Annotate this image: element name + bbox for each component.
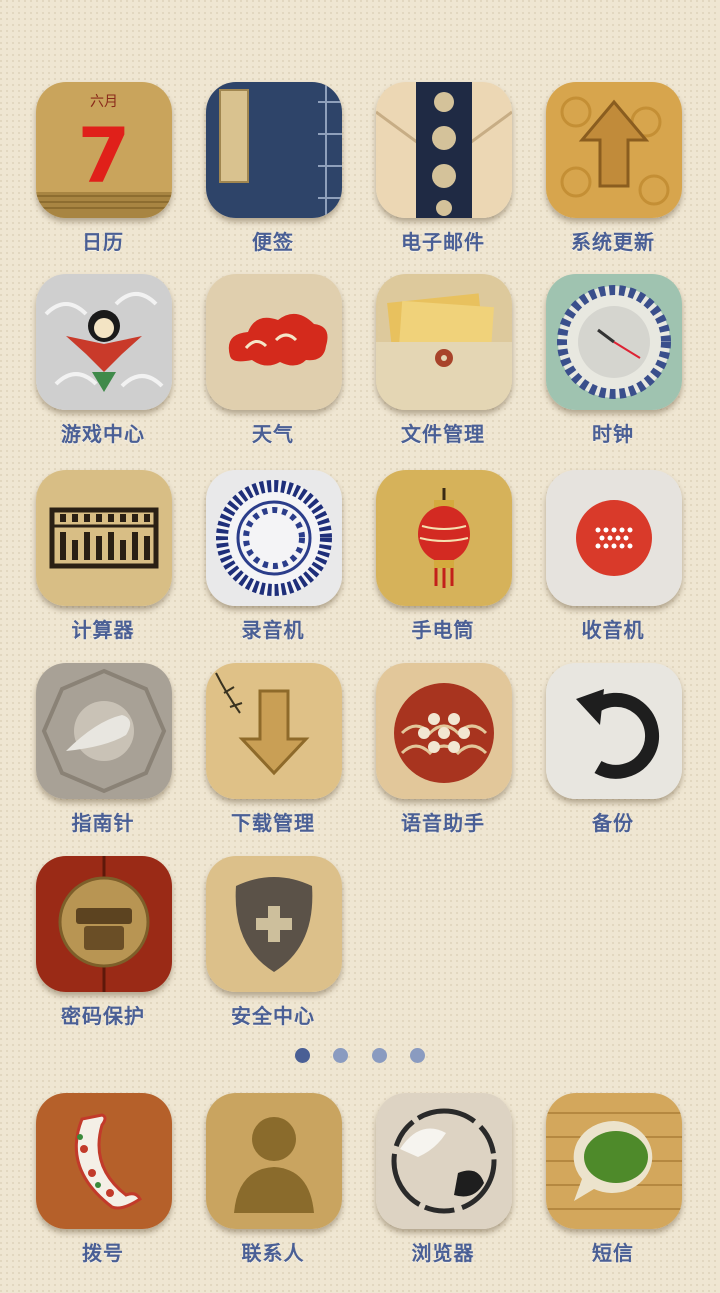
phone-icon <box>36 1093 172 1229</box>
shield-icon <box>206 856 342 992</box>
app-game-center[interactable]: 游戏中心 <box>18 274 188 474</box>
app-label: 安全中心 <box>231 1004 315 1028</box>
dock-browser[interactable]: 浏览器 <box>358 1093 528 1293</box>
page-dot[interactable] <box>333 1048 349 1063</box>
porcelain-plate-icon <box>206 470 342 606</box>
app-label: 下载管理 <box>231 811 315 835</box>
ink-circle-icon <box>376 1093 512 1229</box>
app-label: 拨号 <box>82 1241 124 1265</box>
app-label: 系统更新 <box>571 230 655 254</box>
radio-speaker-icon <box>546 470 682 606</box>
envelope-icon <box>376 82 512 218</box>
app-label: 语音助手 <box>401 811 485 835</box>
app-email[interactable]: 电子邮件 <box>358 82 528 282</box>
app-compass[interactable]: 指南针 <box>18 663 188 863</box>
calendar-icon: 六月 7 <box>36 82 172 218</box>
app-label: 时钟 <box>592 422 634 446</box>
dock-contacts[interactable]: 联系人 <box>188 1093 358 1293</box>
app-label: 手电筒 <box>411 618 475 642</box>
folder-icon <box>376 274 512 410</box>
app-notes[interactable]: 便签 <box>188 82 358 282</box>
abacus-icon <box>36 470 172 606</box>
app-label: 游戏中心 <box>61 422 145 446</box>
app-calendar[interactable]: 六月 7 日历 <box>18 82 188 282</box>
microphone-pattern-icon <box>376 663 512 799</box>
app-security-center[interactable]: 安全中心 <box>188 856 358 1056</box>
rotate-arrow-icon <box>546 663 682 799</box>
app-label: 备份 <box>592 811 634 835</box>
app-label: 计算器 <box>71 618 135 642</box>
contact-silhouette-icon <box>206 1093 342 1229</box>
app-calculator[interactable]: 计算器 <box>18 470 188 670</box>
svg-text:六月: 六月 <box>90 94 118 110</box>
page-dot[interactable] <box>295 1048 311 1063</box>
app-clock[interactable]: 时钟 <box>528 274 698 474</box>
message-bubble-icon <box>546 1093 682 1229</box>
dock-messages[interactable]: 短信 <box>528 1093 698 1293</box>
lock-icon <box>36 856 172 992</box>
app-label: 短信 <box>592 1241 634 1265</box>
app-backup[interactable]: 备份 <box>528 663 698 863</box>
app-label: 指南针 <box>71 811 135 835</box>
app-password-protect[interactable]: 密码保护 <box>18 856 188 1056</box>
page-dot[interactable] <box>409 1048 425 1063</box>
app-label: 天气 <box>252 422 294 446</box>
lantern-icon <box>376 470 512 606</box>
home-screen: 六月 7 日历 便签 电子邮件 系统更新 游戏中心 天气 文件管理 时钟 计算器… <box>0 0 720 1280</box>
app-file-manager[interactable]: 文件管理 <box>358 274 528 474</box>
app-system-update[interactable]: 系统更新 <box>528 82 698 282</box>
kite-icon <box>36 274 172 410</box>
app-weather[interactable]: 天气 <box>188 274 358 474</box>
app-label: 录音机 <box>241 618 305 642</box>
app-voice-assistant[interactable]: 语音助手 <box>358 663 528 863</box>
compass-icon <box>36 663 172 799</box>
upload-arrow-icon <box>546 82 682 218</box>
app-label: 日历 <box>82 230 124 254</box>
notebook-icon <box>206 82 342 218</box>
download-arrow-icon <box>206 663 342 799</box>
app-label: 电子邮件 <box>401 230 485 254</box>
svg-text:7: 7 <box>78 111 131 200</box>
app-label: 文件管理 <box>401 422 485 446</box>
app-label: 收音机 <box>581 618 645 642</box>
app-recorder[interactable]: 录音机 <box>188 470 358 670</box>
app-flashlight[interactable]: 手电筒 <box>358 470 528 670</box>
dock-dialer[interactable]: 拨号 <box>18 1093 188 1293</box>
app-label: 密码保护 <box>61 1004 145 1028</box>
app-download-manager[interactable]: 下载管理 <box>188 663 358 863</box>
cloud-icon <box>206 274 342 410</box>
page-dot[interactable] <box>371 1048 387 1063</box>
clock-icon <box>546 274 682 410</box>
app-label: 联系人 <box>241 1241 305 1265</box>
page-indicator[interactable] <box>0 1048 720 1067</box>
app-label: 便签 <box>252 230 294 254</box>
app-radio[interactable]: 收音机 <box>528 470 698 670</box>
app-label: 浏览器 <box>411 1241 475 1265</box>
